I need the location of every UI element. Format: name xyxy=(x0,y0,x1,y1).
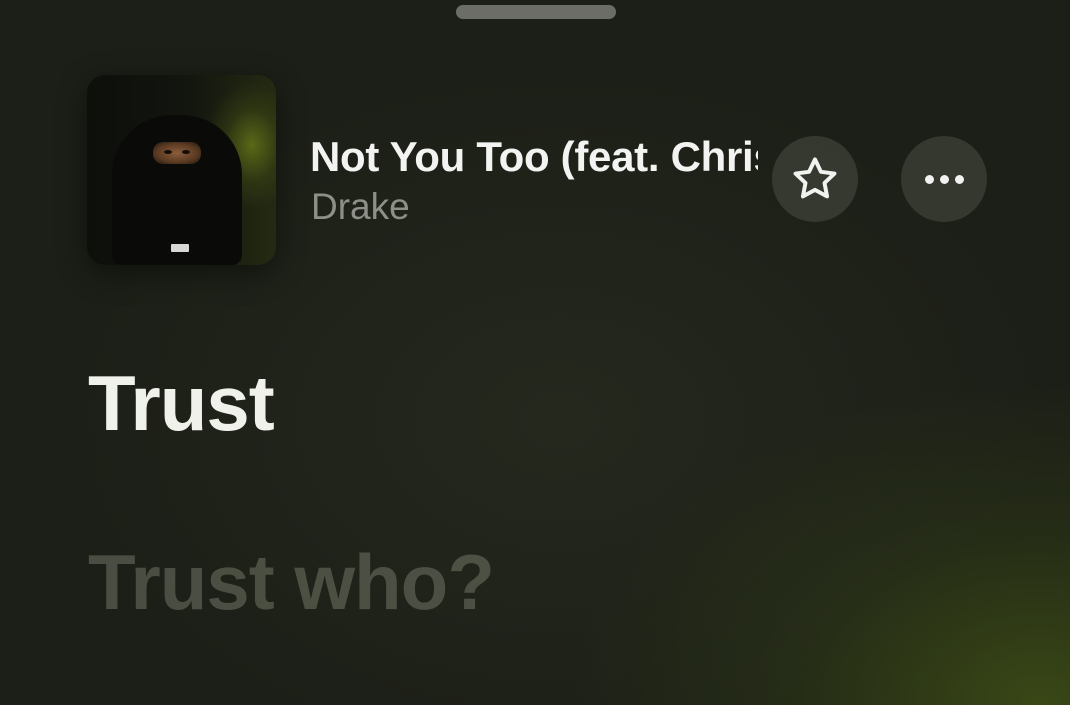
lyric-line-upcoming[interactable]: Trust who? xyxy=(88,537,495,627)
lyrics-view[interactable]: Trust Trust who? xyxy=(0,300,1070,705)
favorite-button[interactable] xyxy=(772,136,858,222)
parental-advisory-label xyxy=(171,244,189,252)
track-title: Not You Too (feat. Chris Brown) xyxy=(310,133,758,180)
more-options-button[interactable] xyxy=(901,136,987,222)
artwork-figure xyxy=(112,115,242,265)
album-artwork[interactable] xyxy=(87,75,276,265)
star-outline-icon xyxy=(793,157,837,199)
lyric-line-active[interactable]: Trust xyxy=(88,358,275,448)
ellipsis-icon xyxy=(924,174,964,184)
track-artist[interactable]: Drake xyxy=(311,185,410,229)
now-playing-header: Not You Too (feat. Chris Brown) Drake xyxy=(0,0,1070,300)
artwork-face xyxy=(153,142,201,164)
